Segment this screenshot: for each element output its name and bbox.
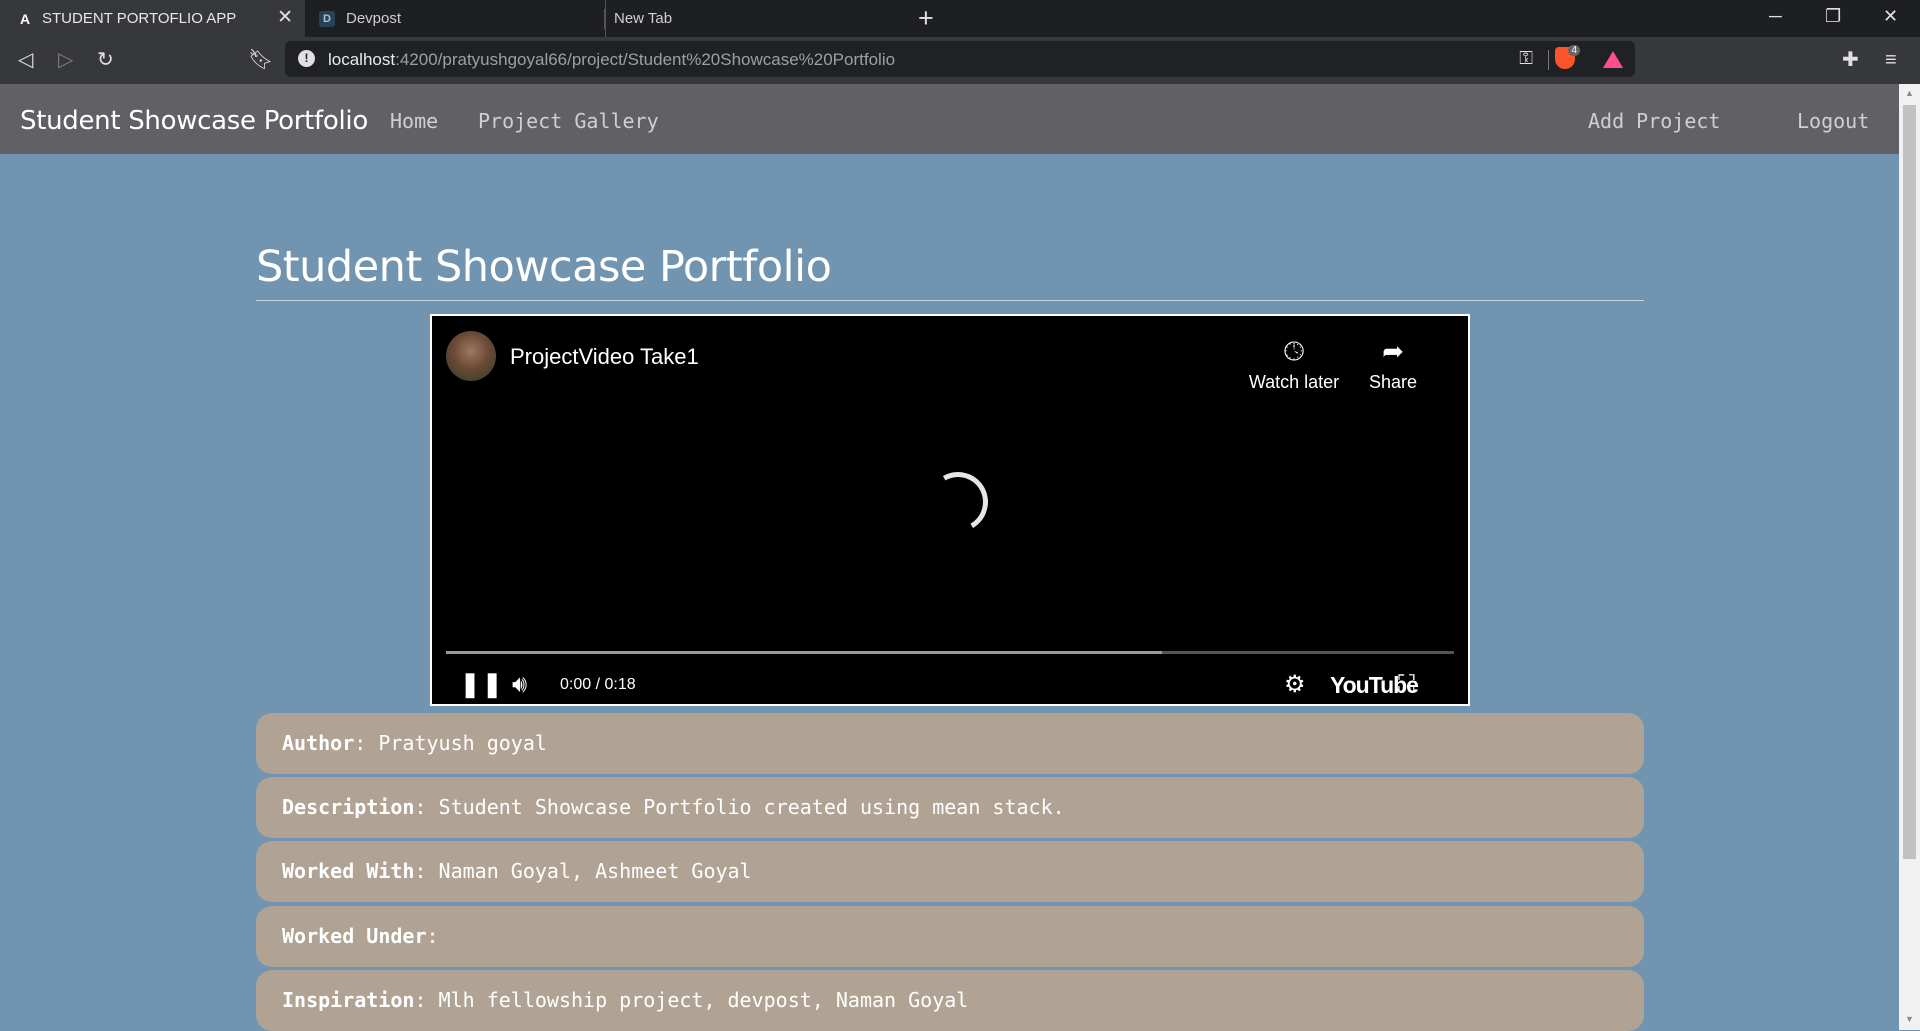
watch-later-label: Watch later <box>1248 372 1340 392</box>
scroll-up-icon[interactable]: ▲ <box>1905 88 1914 98</box>
author-card: Author: Pratyush goyal <box>256 713 1644 774</box>
loading-spinner-icon <box>921 465 995 539</box>
address-bar[interactable]: ! localhost:4200/pratyushgoyal66/project… <box>285 41 1635 77</box>
page-title: Student Showcase Portfolio <box>256 241 832 292</box>
new-tab-button[interactable]: + <box>918 4 934 32</box>
inspiration-label: Inspiration <box>282 988 415 1012</box>
nav-logout-link[interactable]: Logout <box>1797 109 1869 133</box>
close-tab-icon[interactable]: ✕ <box>277 8 293 28</box>
video-time: 0:00 / 0:18 <box>560 676 636 693</box>
shield-count-badge: 4 <box>1568 45 1580 56</box>
devpost-icon: D <box>319 10 335 27</box>
angular-icon: A <box>19 10 31 27</box>
browser-toolbar: ◁ ▷ ↻ 🔖︎ ! localhost:4200/pratyushgoyal6… <box>0 37 1920 84</box>
restore-icon[interactable]: ❐ <box>1825 6 1841 27</box>
volume-icon[interactable]: 🔊︎ <box>512 672 527 698</box>
channel-avatar[interactable] <box>446 331 496 381</box>
tab-title: Devpost <box>346 10 402 27</box>
share-button[interactable]: ➦ Share <box>1338 336 1448 393</box>
author-value: : Pratyush goyal <box>354 731 547 755</box>
brand-link[interactable]: Student Showcase Portfolio <box>20 106 368 136</box>
nav-home-link[interactable]: Home <box>390 109 438 133</box>
clock-icon: 🕓︎ <box>1283 336 1305 366</box>
forward-icon[interactable]: ▷ <box>58 49 73 71</box>
brave-rewards-icon[interactable] <box>1603 51 1623 68</box>
pause-icon[interactable]: ❚❚ <box>460 672 504 698</box>
share-icon: ➦ <box>1382 336 1404 366</box>
worked-with-value: : Naman Goyal, Ashmeet Goyal <box>414 859 752 883</box>
watch-later-button[interactable]: 🕓︎ Watch later <box>1239 336 1349 393</box>
minimize-icon[interactable]: ─ <box>1769 6 1782 27</box>
url-text[interactable]: localhost:4200/pratyushgoyal66/project/S… <box>328 50 895 70</box>
inspiration-card: Inspiration: Mlh fellowship project, dev… <box>256 970 1644 1031</box>
tab-devpost[interactable]: D Devpost <box>305 0 605 37</box>
reload-icon[interactable]: ↻ <box>97 49 114 71</box>
settings-gear-icon[interactable]: ⚙ <box>1284 672 1306 698</box>
extensions-icon[interactable]: ✚ <box>1842 49 1859 71</box>
divider <box>256 300 1644 301</box>
browser-tab-bar: A STUDENT PORTOFLIO APP ✕ D Devpost New … <box>0 0 1920 37</box>
author-label: Author <box>282 731 355 755</box>
scroll-down-icon[interactable]: ▼ <box>1905 1014 1914 1024</box>
close-window-icon[interactable]: ✕ <box>1883 6 1898 27</box>
inspiration-value: : Mlh fellowship project, devpost, Naman… <box>414 988 969 1012</box>
worked-under-card: Worked Under: <box>256 906 1644 967</box>
tab-title: New Tab <box>614 10 673 27</box>
worked-under-label: Worked Under <box>282 924 427 948</box>
description-value: : Student Showcase Portfolio created usi… <box>414 795 1065 819</box>
worked-with-label: Worked With <box>282 859 415 883</box>
tab-student-portfolio[interactable]: A STUDENT PORTOFLIO APP ✕ <box>0 0 305 37</box>
app-navbar: Student Showcase Portfolio Home Project … <box>0 84 1899 154</box>
description-card: Description: Student Showcase Portfolio … <box>256 777 1644 838</box>
divider <box>1548 50 1549 70</box>
key-icon[interactable]: ⚿ <box>1519 48 1533 69</box>
tab-new-tab[interactable]: New Tab <box>605 0 903 37</box>
menu-icon[interactable]: ≡ <box>1885 49 1897 71</box>
bookmark-icon[interactable]: 🔖︎ <box>248 49 273 71</box>
fullscreen-icon[interactable]: ⛶ <box>1398 672 1415 698</box>
share-label: Share <box>1368 372 1418 392</box>
worked-under-value: : <box>426 924 439 948</box>
nav-add-project-link[interactable]: Add Project <box>1588 109 1720 133</box>
youtube-video-player[interactable]: ProjectVideo Take1 🕓︎ Watch later ➦ Shar… <box>430 314 1470 706</box>
video-title[interactable]: ProjectVideo Take1 <box>510 344 699 370</box>
scrollbar-thumb[interactable] <box>1903 105 1916 859</box>
buffered-bar <box>446 651 1162 654</box>
worked-with-card: Worked With: Naman Goyal, Ashmeet Goyal <box>256 841 1644 902</box>
back-icon[interactable]: ◁ <box>18 49 33 71</box>
description-label: Description <box>282 795 415 819</box>
nav-project-gallery-link[interactable]: Project Gallery <box>478 109 659 133</box>
site-info-icon[interactable]: ! <box>298 50 315 67</box>
video-progress-bar[interactable] <box>446 651 1454 654</box>
tab-title: STUDENT PORTOFLIO APP <box>42 10 237 27</box>
